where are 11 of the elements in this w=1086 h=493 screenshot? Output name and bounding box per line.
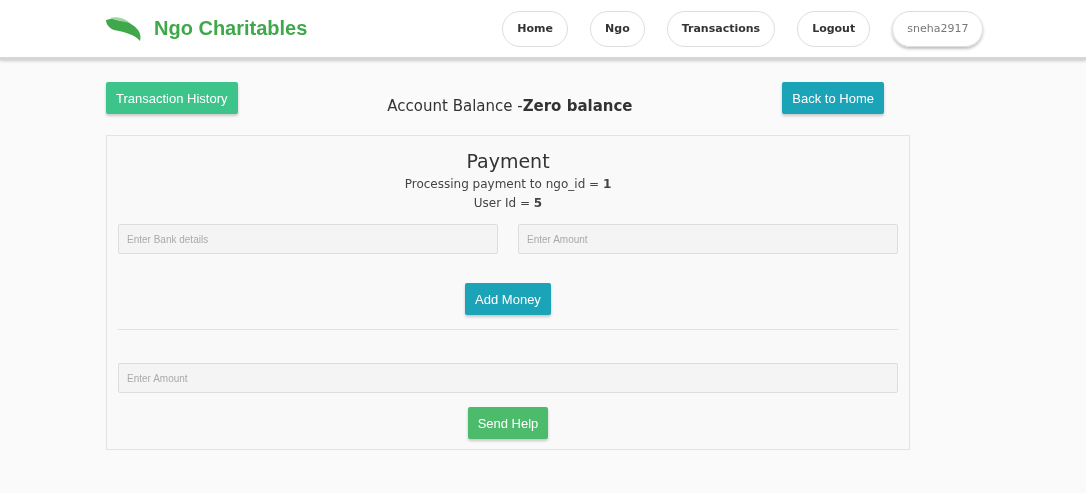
back-to-home-button[interactable]: Back to Home — [782, 82, 884, 114]
payment-info: User Id = 5 — [473, 196, 543, 210]
payment-info: Processing payment to ngo_id = 1 — [404, 177, 612, 191]
bank-details-field[interactable]: Enter Bank details — [118, 224, 498, 254]
amount-field[interactable]: Enter Amount — [518, 224, 898, 254]
payment-title: Payment — [466, 150, 550, 172]
brand-name: Ngo Charitables — [154, 17, 308, 40]
account-balance: Account Balance -Zero balance — [387, 97, 633, 115]
send-help-button[interactable]: Send Help — [467, 407, 549, 439]
amount-field[interactable]: Enter Amount — [118, 363, 898, 393]
add-money-button[interactable]: Add Money — [465, 283, 551, 315]
